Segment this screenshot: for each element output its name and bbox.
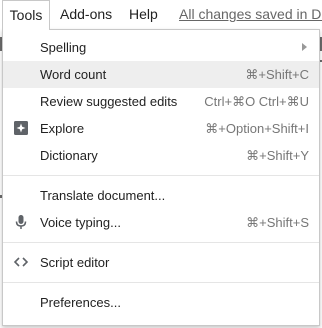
menu-separator xyxy=(3,282,319,283)
menu-bar: Tools Add-ons Help All changes saved in … xyxy=(0,0,322,30)
menu-item-label: Dictionary xyxy=(40,148,98,163)
menu-item-script-editor[interactable]: Script editor xyxy=(3,249,319,276)
menu-item-word-count[interactable]: Word count ⌘+Shift+C xyxy=(3,61,319,88)
menu-item-label: Spelling xyxy=(40,40,87,55)
menu-item-label: Word count xyxy=(40,67,107,82)
menu-item-preferences[interactable]: Preferences... xyxy=(3,289,319,316)
menu-separator xyxy=(3,242,319,243)
docs-window: Tools Add-ons Help All changes saved in … xyxy=(0,0,322,328)
menu-item-shortcut: ⌘+Option+Shift+I xyxy=(205,121,309,136)
menu-item-explore[interactable]: Explore ⌘+Option+Shift+I xyxy=(3,115,319,142)
menu-item-shortcut: ⌘+Shift+Y xyxy=(246,148,309,163)
menu-item-label: Voice typing... xyxy=(40,215,121,230)
menu-item-label: Translate document... xyxy=(40,188,166,203)
menu-addons[interactable]: Add-ons xyxy=(60,0,112,29)
menu-tools[interactable]: Tools xyxy=(2,0,50,30)
menu-item-label: Script editor xyxy=(40,255,110,270)
menu-item-shortcut: Ctrl+⌘O Ctrl+⌘U xyxy=(204,94,309,109)
menu-item-label: Preferences... xyxy=(40,295,121,310)
explore-icon xyxy=(13,120,29,136)
microphone-icon xyxy=(13,214,29,230)
menu-item-label: Review suggested edits xyxy=(40,94,178,109)
menu-separator xyxy=(3,175,319,176)
menu-item-dictionary[interactable]: Dictionary ⌘+Shift+Y xyxy=(3,142,319,169)
menu-item-translate-document[interactable]: Translate document... xyxy=(3,182,319,209)
menu-help[interactable]: Help xyxy=(129,0,158,29)
tools-dropdown-menu: Spelling Word count ⌘+Shift+C Review sug… xyxy=(2,29,320,326)
menu-item-shortcut: ⌘+Shift+S xyxy=(246,215,309,230)
save-status-link[interactable]: All changes saved in Dr xyxy=(179,0,322,29)
menu-item-shortcut: ⌘+Shift+C xyxy=(245,67,309,82)
menu-item-voice-typing[interactable]: Voice typing... ⌘+Shift+S xyxy=(3,209,319,236)
menu-item-review-suggested-edits[interactable]: Review suggested edits Ctrl+⌘O Ctrl+⌘U xyxy=(3,88,319,115)
submenu-arrow-icon xyxy=(302,43,307,51)
menu-item-label: Explore xyxy=(40,121,85,136)
menu-item-spelling[interactable]: Spelling xyxy=(3,34,319,61)
code-brackets-icon xyxy=(13,254,29,270)
